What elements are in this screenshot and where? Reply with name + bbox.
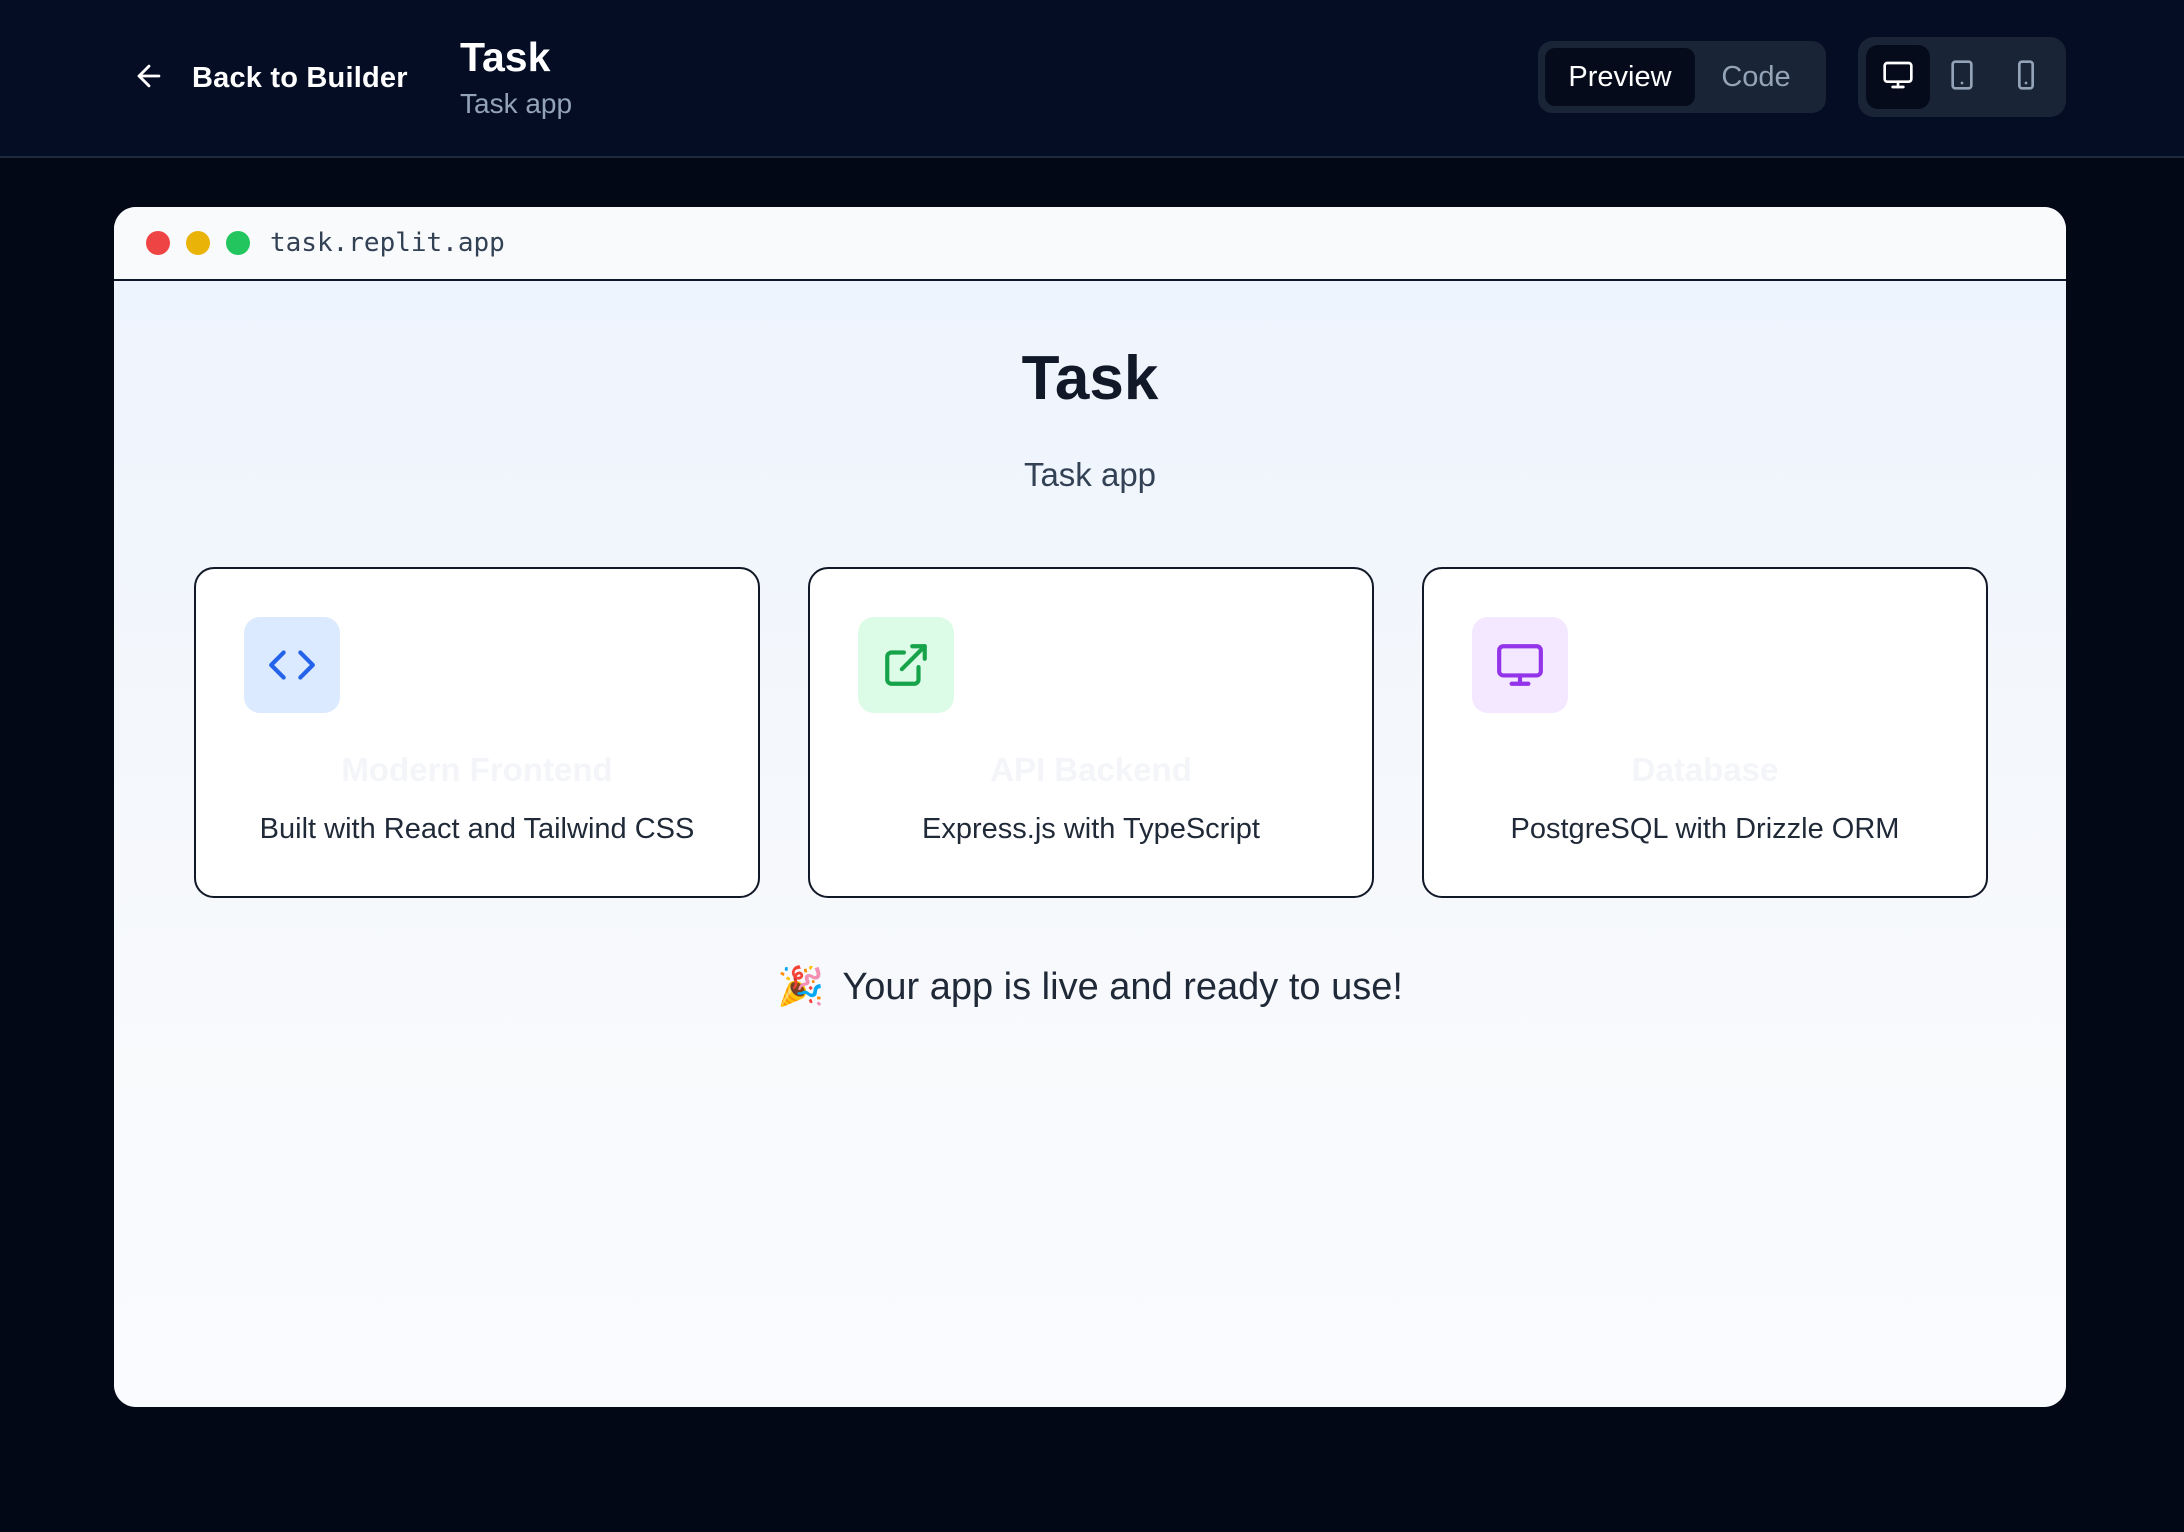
feature-cards: Modern Frontend Built with React and Tai…	[194, 567, 1988, 898]
monitor-icon	[1882, 59, 1914, 96]
external-link-icon	[858, 617, 954, 713]
smartphone-icon	[2010, 59, 2042, 96]
hero-subtitle: Task app	[1023, 456, 1157, 493]
maximize-dot	[226, 231, 250, 255]
feature-description: PostgreSQL with Drizzle ORM	[1510, 813, 1900, 845]
feature-card-backend: API Backend Express.js with TypeScript	[808, 567, 1374, 898]
monitor-icon	[1472, 617, 1568, 713]
code-icon	[244, 617, 340, 713]
feature-description: Built with React and Tailwind CSS	[259, 813, 695, 845]
preview-tab[interactable]: Preview	[1545, 48, 1695, 106]
tablet-view-button[interactable]	[1930, 45, 1994, 109]
tablet-icon	[1946, 59, 1978, 96]
app-subtitle: Task app	[460, 88, 573, 119]
arrow-left-icon	[132, 59, 166, 98]
top-bar: Back to Builder Task Task app Preview Co…	[0, 0, 2184, 158]
feature-card-database: Database PostgreSQL with Drizzle ORM	[1422, 567, 1988, 898]
feature-title: API Backend	[990, 751, 1192, 788]
live-message-text: Your app is live and ready to use!	[842, 966, 1403, 1008]
app-title: Task	[460, 34, 551, 80]
url-display: task.replit.app	[270, 228, 505, 258]
minimize-dot	[186, 231, 210, 255]
app-title-block: Task Task app	[460, 32, 572, 120]
feature-description: Express.js with TypeScript	[922, 813, 1260, 845]
code-tab[interactable]: Code	[1695, 48, 1817, 106]
party-popper-icon: 🎉	[777, 966, 825, 1008]
close-dot	[146, 231, 170, 255]
feature-title: Modern Frontend	[341, 751, 613, 788]
back-to-builder-label: Back to Builder	[192, 61, 408, 94]
feature-title: Database	[1631, 751, 1779, 788]
view-mode-toggle: Preview Code	[1538, 41, 1826, 113]
back-to-builder-button[interactable]: Back to Builder	[132, 52, 408, 104]
feature-card-frontend: Modern Frontend Built with React and Tai…	[194, 567, 760, 898]
app-content: Task Task app Modern Frontend Built with…	[114, 281, 2066, 1407]
mobile-view-button[interactable]	[1994, 45, 2058, 109]
device-toggle	[1858, 37, 2066, 117]
preview-window: task.replit.app Task Task app Modern Fro…	[114, 207, 2066, 1407]
browser-bar: task.replit.app	[114, 207, 2066, 281]
hero-title: Task	[1021, 344, 1159, 413]
live-message: 🎉 Your app is live and ready to use!	[114, 965, 2066, 1009]
desktop-view-button[interactable]	[1866, 45, 1930, 109]
